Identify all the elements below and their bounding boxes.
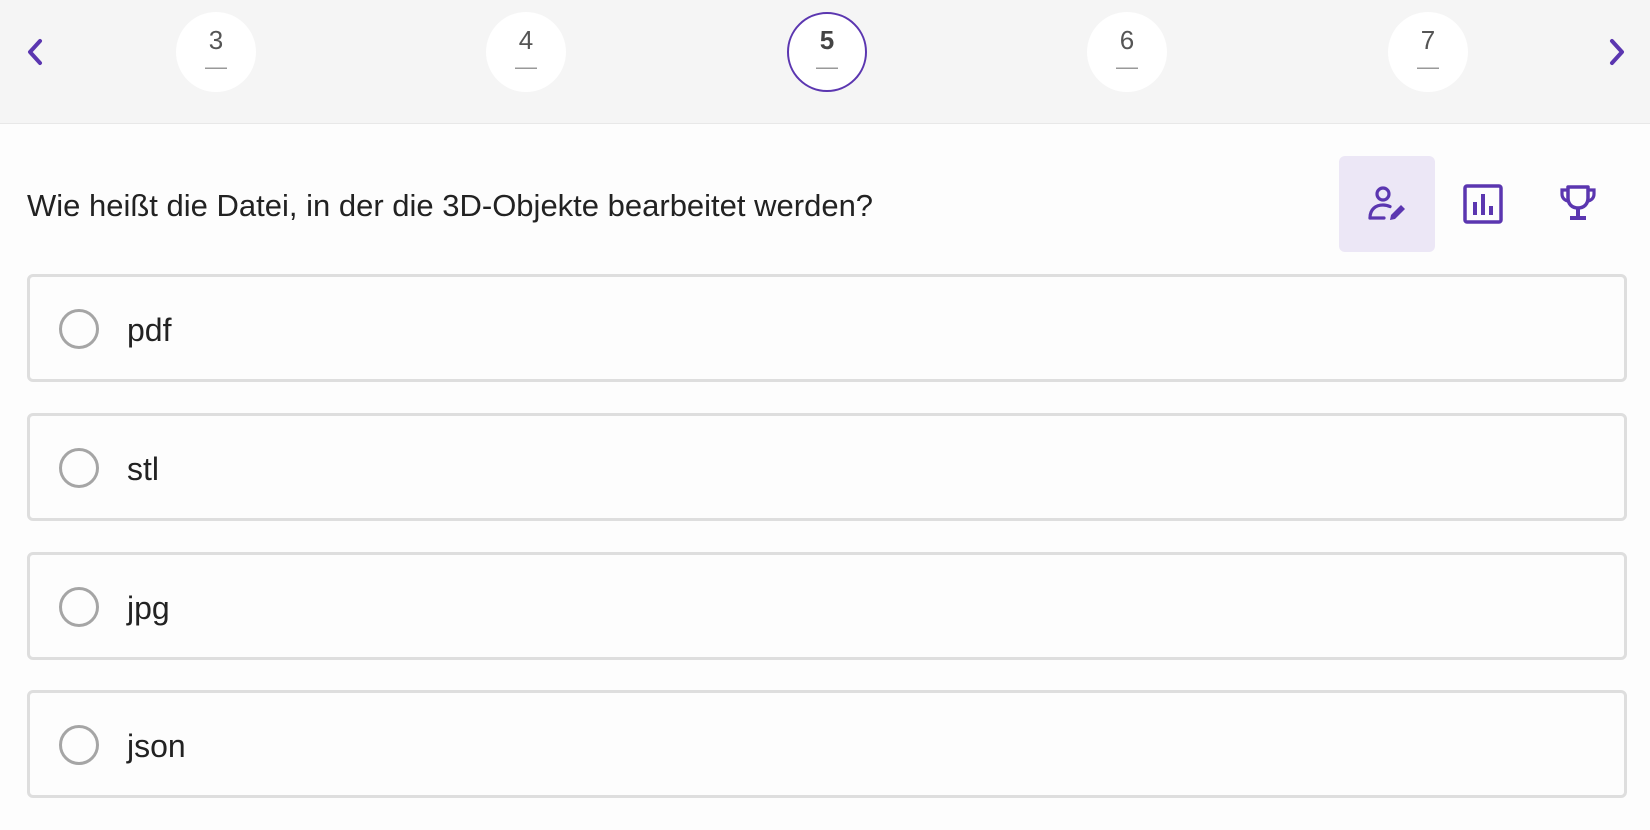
step-4[interactable]: 4 — (486, 12, 566, 92)
answer-label: json (127, 728, 186, 764)
answer-label: pdf (127, 312, 172, 348)
question-pager: 3 — 4 — 5 — 6 — 7 — (0, 0, 1650, 124)
next-button[interactable] (1599, 34, 1635, 70)
chevron-left-icon (28, 39, 42, 65)
step-3[interactable]: 3 — (176, 12, 256, 92)
person-edit-icon (1368, 186, 1405, 220)
answer-label: jpg (127, 590, 170, 626)
answer-option-2[interactable]: stl (27, 413, 1627, 521)
statistics-tool-button[interactable] (1435, 156, 1531, 252)
step-7[interactable]: 7 — (1388, 12, 1468, 92)
step-number: 5 (819, 25, 835, 55)
step-status: — (205, 54, 227, 79)
radio-button[interactable] (59, 448, 99, 488)
chevron-right-icon (1610, 39, 1624, 65)
step-number: 6 (1119, 25, 1135, 55)
radio-button[interactable] (59, 587, 99, 627)
bar-chart-icon (1463, 184, 1503, 224)
step-6[interactable]: 6 — (1087, 12, 1167, 92)
step-status: — (1116, 54, 1138, 79)
answer-label: stl (127, 451, 159, 487)
leaderboard-tool-button[interactable] (1530, 156, 1626, 252)
step-number: 3 (208, 25, 224, 55)
radio-button[interactable] (59, 725, 99, 765)
previous-button[interactable] (17, 34, 53, 70)
participants-tool-button[interactable] (1339, 156, 1435, 252)
answer-option-3[interactable]: jpg (27, 552, 1627, 660)
answer-option-1[interactable]: pdf (27, 274, 1627, 382)
radio-button[interactable] (59, 309, 99, 349)
step-status: — (816, 54, 838, 79)
step-5-current[interactable]: 5 — (787, 12, 867, 92)
step-status: — (515, 54, 537, 79)
step-number: 4 (518, 25, 534, 55)
question-text: Wie heißt die Datei, in der die 3D-Objek… (27, 188, 874, 223)
trophy-icon (1560, 185, 1596, 220)
step-status: — (1417, 54, 1439, 79)
answer-option-4[interactable]: json (27, 690, 1627, 798)
step-number: 7 (1420, 25, 1436, 55)
